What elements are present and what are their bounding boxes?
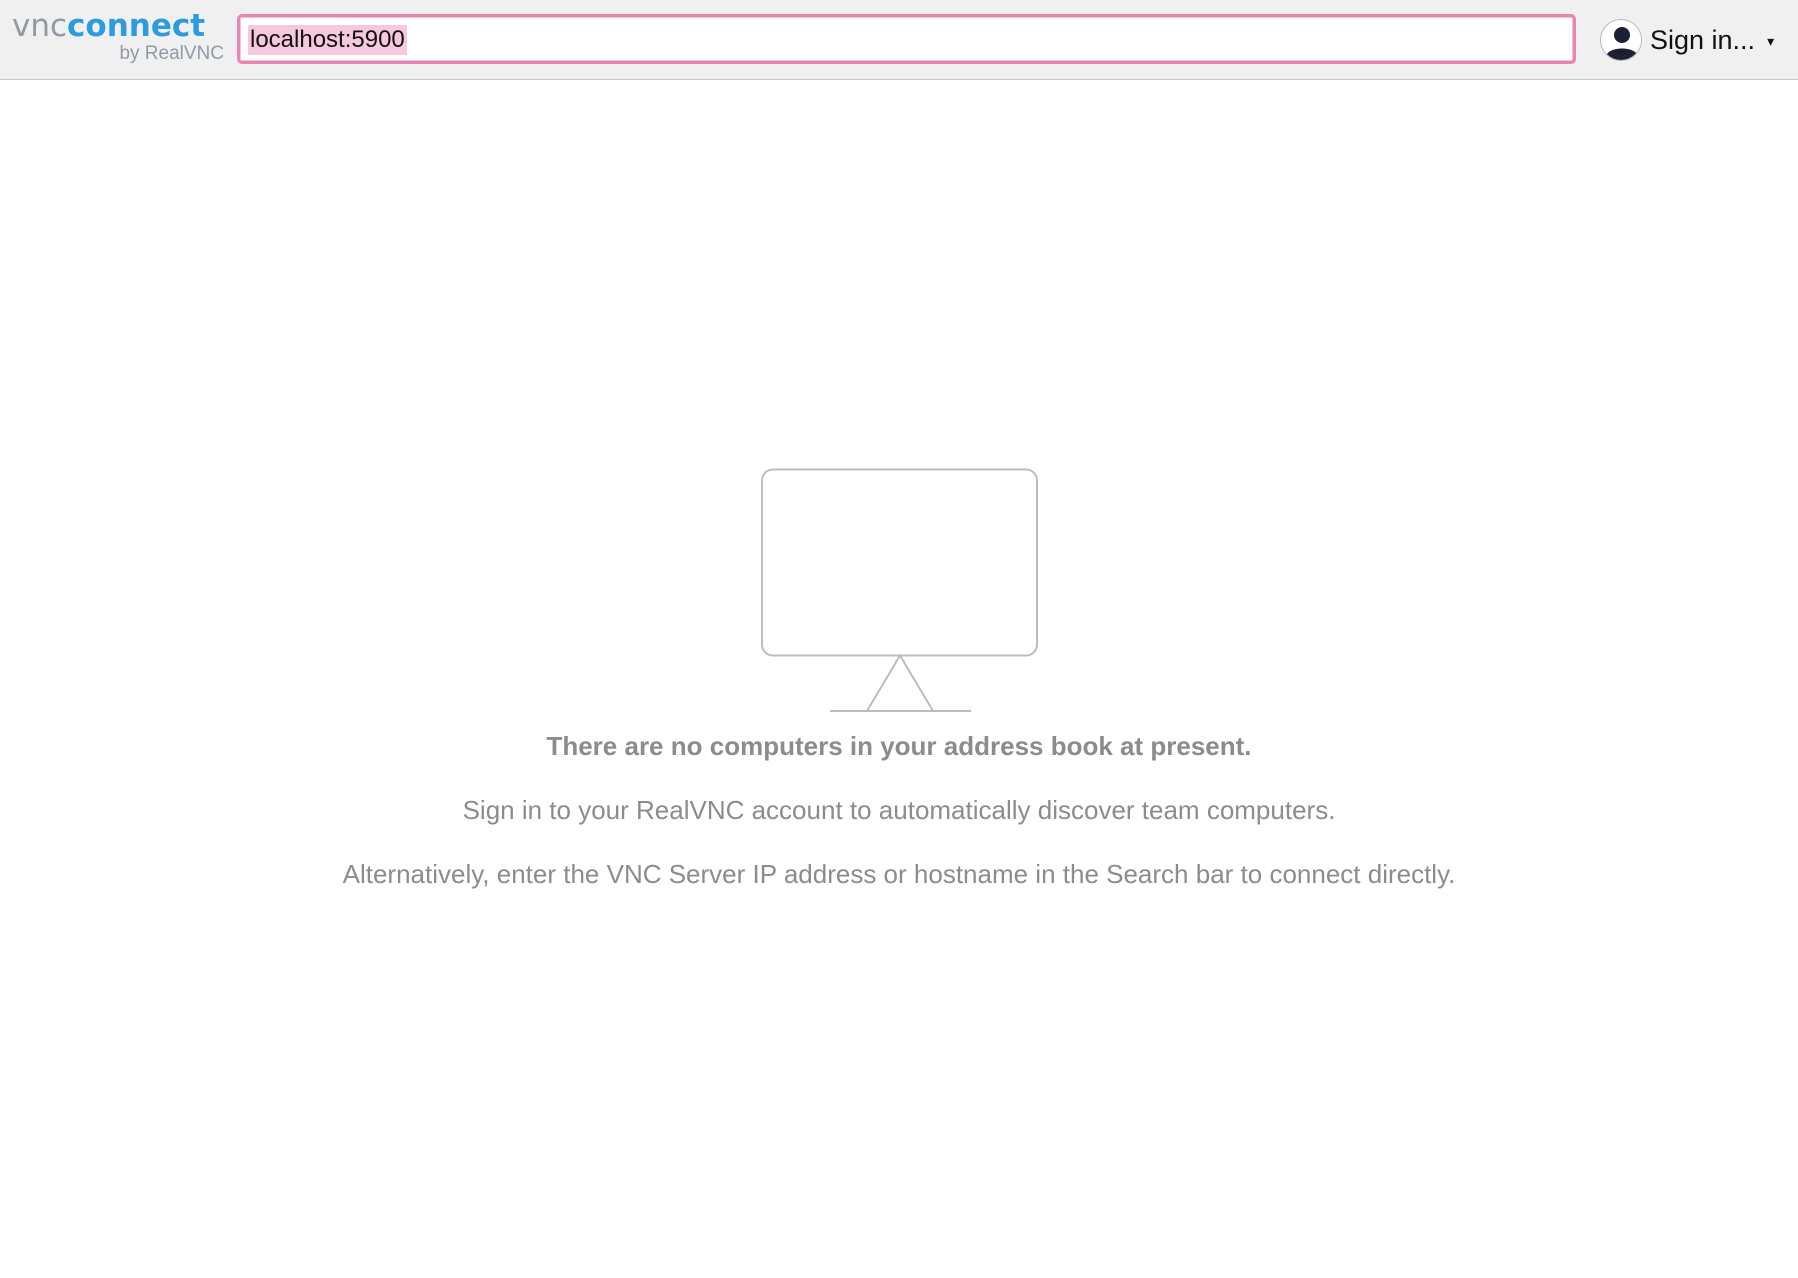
empty-state-search-hint: Alternatively, enter the VNC Server IP a… [342, 859, 1456, 889]
chevron-down-icon: ▾ [1767, 32, 1775, 49]
sign-in-label: Sign in... [1650, 24, 1756, 55]
empty-state-signin-hint: Sign in to your RealVNC account to autom… [462, 795, 1336, 825]
toolbar: vncconnect by RealVNC localhost:5900 Sig… [0, 0, 1798, 80]
search-bar[interactable]: localhost:5900 [237, 14, 1576, 64]
search-input[interactable]: localhost:5900 [248, 25, 407, 55]
logo-byline: by RealVNC [119, 43, 224, 64]
logo-vnc-text: vnc [12, 8, 68, 44]
logo-connect-text: connect [67, 8, 206, 44]
empty-state-title: There are no computers in your address b… [546, 731, 1252, 761]
sign-in-button[interactable]: Sign in... ▾ [1600, 18, 1774, 62]
user-avatar-icon [1600, 19, 1642, 61]
vnc-connect-logo: vncconnect by RealVNC [12, 8, 224, 68]
monitor-icon [760, 468, 1042, 714]
logo-wordmark: vncconnect [12, 8, 205, 44]
